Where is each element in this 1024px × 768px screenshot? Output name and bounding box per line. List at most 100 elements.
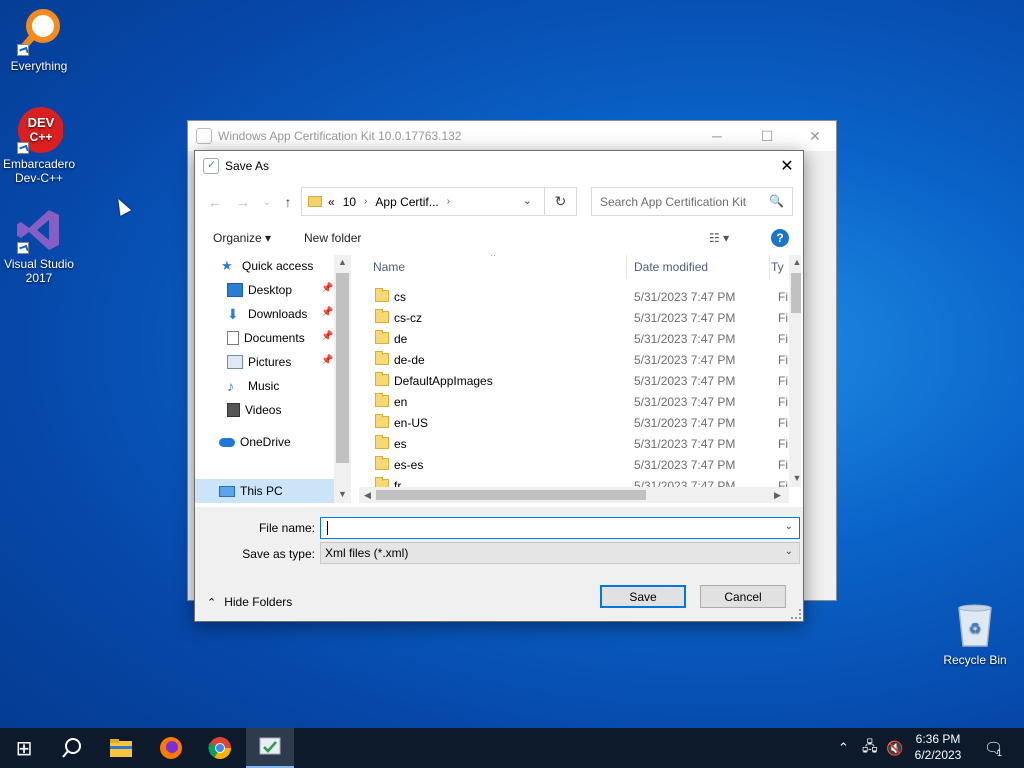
scroll-up-button[interactable]: ▲ <box>334 257 351 267</box>
file-row[interactable]: es 5/31/2023 7:47 PM Fi <box>359 433 789 454</box>
help-icon[interactable]: ? <box>771 229 789 247</box>
nav-item-videos[interactable]: Videos <box>227 399 281 421</box>
window-close-button[interactable]: ✕ <box>792 121 838 151</box>
folder-icon <box>375 456 389 470</box>
scroll-down-button[interactable]: ▼ <box>789 473 801 483</box>
save-as-type-select[interactable]: Xml files (*.xml) ⌄ <box>320 542 800 564</box>
file-type: Fi <box>778 352 788 367</box>
volume-muted-icon: 🔇 <box>886 739 904 756</box>
desktop-icon-label: Visual Studio <box>4 257 74 271</box>
minimize-button[interactable]: ─ <box>694 121 740 151</box>
nav-item-documents[interactable]: Documents <box>227 327 305 349</box>
file-date: 5/31/2023 7:47 PM <box>634 331 736 346</box>
pin-icon: 📌 <box>321 331 334 342</box>
save-as-dialog: Save As ✕ ← → ⌄ ↑ « 10 › App Certif... ›… <box>194 150 804 622</box>
maximize-button[interactable]: ☐ <box>744 121 790 151</box>
back-button[interactable]: ← <box>205 191 225 213</box>
desktop-icon-visual-studio[interactable]: Visual Studio 2017 <box>0 206 78 285</box>
magnifier-icon <box>15 8 63 56</box>
folder-icon <box>375 435 389 449</box>
app-certification-icon <box>196 128 212 144</box>
file-row[interactable]: es-es 5/31/2023 7:47 PM Fi <box>359 454 789 475</box>
organize-menu[interactable]: Organize ▾ <box>213 231 271 245</box>
scrollbar-thumb[interactable] <box>376 490 646 500</box>
file-list-horizontal-scrollbar[interactable]: ◀ ▶ <box>359 487 789 503</box>
recent-locations-button[interactable]: ⌄ <box>257 191 277 213</box>
file-row[interactable]: cs 5/31/2023 7:47 PM Fi <box>359 286 789 307</box>
address-overflow[interactable]: « <box>328 195 335 209</box>
column-header-date-modified[interactable]: Date modified <box>626 255 770 279</box>
search-input[interactable]: Search App Certification Kit 🔍 <box>591 187 793 216</box>
nav-item-label: Documents <box>244 331 305 345</box>
desktop-icon-devcpp[interactable]: DEV C++ Embarcadero Dev-C++ <box>0 106 78 185</box>
view-options-button[interactable]: ☷ ▾ <box>709 231 729 245</box>
nav-item-music[interactable]: ♪ Music <box>227 375 279 397</box>
scroll-down-button[interactable]: ▼ <box>334 489 351 499</box>
address-segment[interactable]: 10 <box>343 195 356 209</box>
desktop-icon-everything[interactable]: Everything <box>0 8 78 73</box>
nav-item-label: Pictures <box>248 355 292 369</box>
file-list-vertical-scrollbar[interactable]: ▲ ▼ <box>789 255 801 487</box>
desktop-icon-recycle-bin[interactable]: ♻ Recycle Bin <box>936 602 1014 667</box>
scroll-up-button[interactable]: ▲ <box>789 257 801 267</box>
address-segment[interactable]: App Certif... <box>375 195 438 209</box>
volume-button[interactable]: 🔇 <box>886 728 903 768</box>
nav-item-downloads[interactable]: ⬇ Downloads <box>227 303 307 325</box>
chevron-down-icon[interactable]: ⌄ <box>785 521 793 532</box>
chrome-icon <box>208 737 231 759</box>
nav-item-desktop[interactable]: Desktop <box>227 279 292 301</box>
file-name-input[interactable]: ⌄ <box>320 517 800 539</box>
dialog-titlebar: Save As <box>195 151 803 181</box>
nav-item-pictures[interactable]: Pictures <box>227 351 291 373</box>
file-name: en-US <box>394 415 429 430</box>
file-name: en <box>394 394 408 409</box>
network-button[interactable]: 🖧 <box>862 728 878 768</box>
taskbar-clock[interactable]: 6:36 PM 6/2/2023 <box>905 731 971 763</box>
refresh-button[interactable]: ↻ <box>544 188 576 215</box>
start-button[interactable]: ⊞ <box>0 728 48 768</box>
file-row[interactable]: en 5/31/2023 7:47 PM Fi <box>359 391 789 412</box>
show-hidden-icons-button[interactable]: ⌃ <box>838 728 849 768</box>
file-row[interactable]: en-US 5/31/2023 7:47 PM Fi <box>359 412 789 433</box>
nav-item-quick-access[interactable]: ★ Quick access <box>221 255 313 277</box>
column-header-name[interactable]: Name <box>365 255 627 279</box>
up-button[interactable]: ↑ <box>278 191 298 213</box>
column-header-type[interactable]: Ty <box>769 255 789 279</box>
videos-icon <box>227 403 240 417</box>
nav-item-onedrive[interactable]: OneDrive <box>219 431 291 453</box>
cancel-button[interactable]: Cancel <box>700 585 786 608</box>
scroll-right-button[interactable]: ▶ <box>769 490 786 501</box>
forward-button[interactable]: → <box>233 191 253 213</box>
nav-pane-scrollbar[interactable]: ▲ ▼ <box>334 255 351 503</box>
notifications-button[interactable]: 🗨 1 <box>984 728 1003 768</box>
save-button[interactable]: Save <box>600 585 686 608</box>
scrollbar-thumb[interactable] <box>336 273 349 463</box>
resize-grip-icon[interactable] <box>791 609 801 619</box>
nav-item-this-pc[interactable]: This PC <box>219 480 283 502</box>
scroll-left-button[interactable]: ◀ <box>359 490 376 501</box>
save-as-type-label: Save as type: <box>242 547 315 561</box>
file-row[interactable]: DefaultAppImages 5/31/2023 7:47 PM Fi <box>359 370 789 391</box>
scrollbar-thumb[interactable] <box>791 273 801 313</box>
dialog-close-button[interactable]: ✕ <box>771 151 803 181</box>
nav-item-label: Music <box>248 379 280 393</box>
command-bar: Organize ▾ New folder ☷ ▾ ? <box>195 225 803 253</box>
clock-date: 6/2/2023 <box>914 748 962 762</box>
search-button[interactable] <box>48 728 96 768</box>
file-explorer-button[interactable] <box>97 728 145 768</box>
firefox-button[interactable] <box>147 728 195 768</box>
address-dropdown-button[interactable]: ⌄ <box>523 194 532 207</box>
column-headers: Name ^ Date modified Ty <box>359 255 789 279</box>
new-folder-button[interactable]: New folder <box>304 231 361 245</box>
file-row[interactable]: de-de 5/31/2023 7:47 PM Fi <box>359 349 789 370</box>
svg-text:DEV: DEV <box>28 115 55 130</box>
nav-item-label: Downloads <box>248 307 308 321</box>
app-certification-kit-taskbar-button[interactable] <box>246 728 294 768</box>
chrome-button[interactable] <box>196 728 244 768</box>
desktop-icon <box>227 283 243 297</box>
address-bar[interactable]: « 10 › App Certif... › ⌄ ↻ <box>301 187 577 216</box>
file-row[interactable]: de 5/31/2023 7:47 PM Fi <box>359 328 789 349</box>
hide-folders-button[interactable]: ⌃ Hide Folders <box>207 595 292 609</box>
file-row[interactable]: cs-cz 5/31/2023 7:47 PM Fi <box>359 307 789 328</box>
file-type: Fi <box>778 457 788 472</box>
